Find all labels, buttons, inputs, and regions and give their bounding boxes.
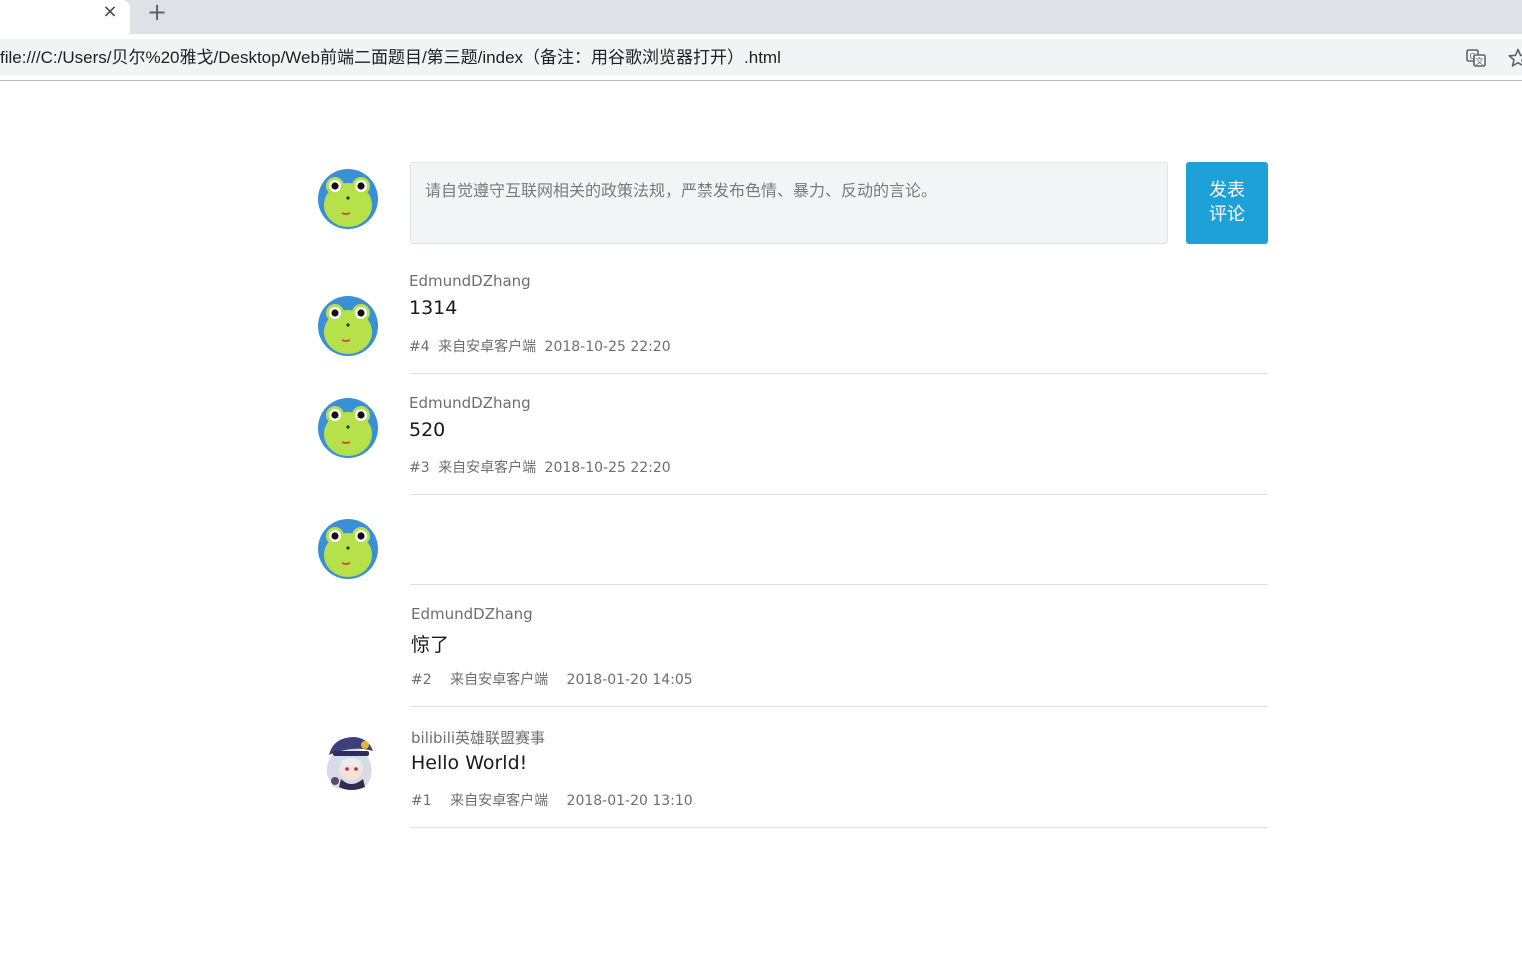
comment-text: 1314 [409, 297, 458, 319]
url-text[interactable]: file:///C:/Users/贝尔%20雅戈/Desktop/Web前端二面… [0, 48, 781, 68]
toolbar-divider [0, 80, 1522, 81]
close-tab-icon[interactable]: × [101, 3, 119, 21]
comment-username[interactable]: EdmundDZhang [409, 394, 531, 412]
active-tab[interactable]: × [0, 0, 130, 34]
commenter-avatar [318, 296, 378, 356]
comment-divider [410, 494, 1268, 495]
comment-input[interactable] [410, 162, 1168, 244]
post-comment-button[interactable]: 发表 评论 [1186, 162, 1268, 244]
new-tab-icon[interactable]: + [146, 0, 168, 24]
comment-floor: #1 [411, 793, 432, 809]
comment-divider [410, 373, 1268, 374]
comment-username[interactable]: EdmundDZhang [411, 605, 533, 623]
comment-floor: #3 [409, 460, 430, 476]
comment-divider [410, 827, 1268, 828]
comment-username[interactable]: bilibili英雄联盟赛事 [411, 727, 545, 748]
translate-icon[interactable]: G 文 [1466, 49, 1486, 67]
current-user-avatar [318, 169, 378, 229]
comment-floor: #4 [409, 339, 430, 355]
comment-source: 来自安卓客户端 [450, 793, 549, 809]
comment-source: 来自安卓客户端 [438, 339, 537, 355]
comment-divider [410, 584, 1268, 585]
comment-time: 2018-01-20 13:10 [566, 793, 693, 809]
commenter-avatar [318, 398, 378, 458]
post-button-label-line2: 评论 [1209, 204, 1245, 225]
comment-time: 2018-10-25 22:20 [544, 339, 671, 355]
comment-time: 2018-01-20 14:05 [566, 672, 693, 688]
comment-floor: #2 [411, 672, 432, 688]
comment-meta: #3 来自安卓客户端 2018-10-25 22:20 [409, 457, 671, 477]
comment-meta [409, 554, 437, 570]
comment-source: 来自安卓客户端 [438, 460, 537, 476]
comment-meta: #4 来自安卓客户端 2018-10-25 22:20 [409, 336, 671, 356]
comment-text: 惊了 [411, 634, 450, 656]
commenter-avatar [318, 519, 378, 579]
comment-divider [410, 706, 1268, 707]
svg-text:文: 文 [1476, 56, 1484, 66]
comment-time: 2018-10-25 22:20 [544, 460, 671, 476]
comment-username[interactable]: EdmundDZhang [409, 272, 531, 290]
address-bar[interactable]: file:///C:/Users/贝尔%20雅戈/Desktop/Web前端二面… [0, 39, 1522, 75]
tab-strip: × + [0, 0, 1522, 34]
comment-meta: #2 来自安卓客户端 2018-01-20 14:05 [411, 669, 693, 689]
post-button-label-line1: 发表 [1209, 180, 1245, 201]
comment-text: Hello World! [411, 752, 528, 774]
anime-character-avatar [326, 737, 373, 790]
comment-text: 520 [409, 419, 446, 441]
browser-toolbar: file:///C:/Users/贝尔%20雅戈/Desktop/Web前端二面… [0, 34, 1522, 80]
comment-source: 来自安卓客户端 [450, 672, 549, 688]
comment-meta: #1 来自安卓客户端 2018-01-20 13:10 [411, 790, 693, 810]
bookmark-star-icon[interactable] [1508, 48, 1522, 68]
